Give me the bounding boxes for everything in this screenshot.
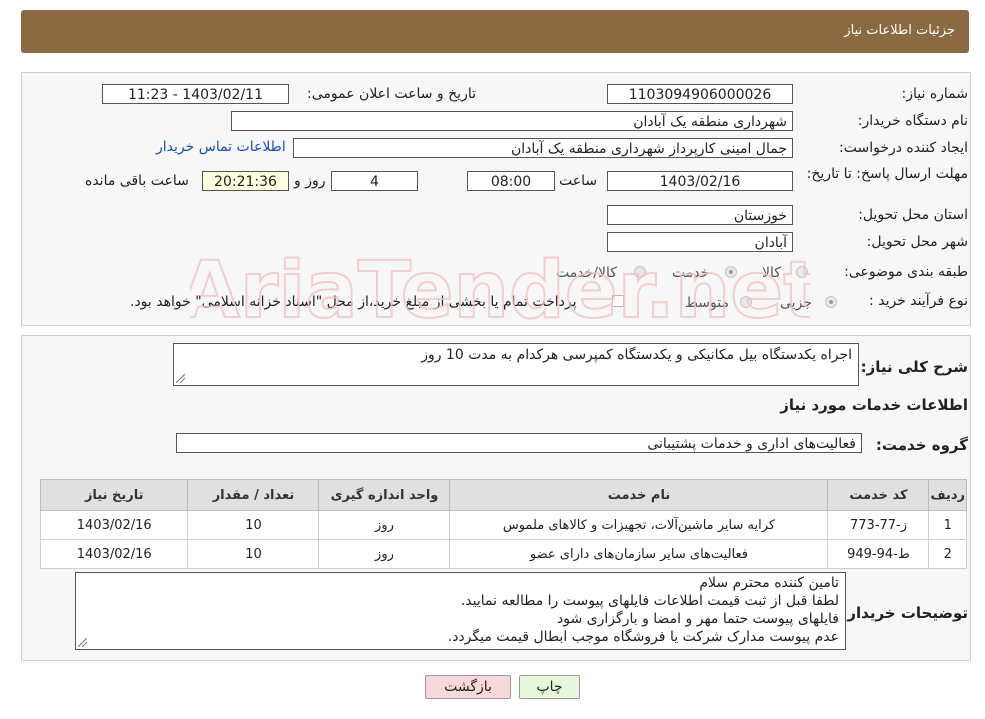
buyer-notes-line: لطفا قبل از ثبت قیمت اطلاعات فایلهای پیو…	[460, 593, 839, 609]
service-group-label: گروه خدمت:	[875, 436, 968, 454]
need-date-cell: 1403/02/16	[39, 539, 189, 569]
treasury-payment-note: پرداخت تمام یا بخشی از مبلغ خرید،از محل …	[130, 294, 577, 310]
deadline-label: مهلت ارسال پاسخ: تا تاریخ:	[806, 166, 968, 182]
days-label: روز و	[294, 173, 326, 189]
unit-cell: روز	[318, 539, 451, 569]
page-title: جزئیات اطلاعات نیاز	[844, 23, 955, 38]
summary-textarea: اجراه یکدستگاه بیل مکانیکی و یکدستگاه کم…	[173, 343, 859, 386]
city-label: شهر محل تحویل:	[866, 234, 968, 250]
quantity-cell: 10	[187, 510, 320, 540]
service-name-cell: فعالیت‌های سایر سازمان‌های دارای عضو	[449, 539, 829, 569]
buyer-notes-label: توضیحات خریدار:	[841, 604, 968, 622]
category-service-label: خدمت	[672, 265, 710, 281]
buyer-org-field: شهرداری منطقه یک آبادان	[231, 111, 793, 131]
service-name-cell: کرایه سایر ماشین‌آلات، تجهیزات و کالاهای…	[449, 510, 829, 540]
remaining-time-label: ساعت باقی مانده	[85, 173, 189, 189]
deadline-date-field: 1403/02/16	[607, 171, 793, 191]
summary-text: اجراه یکدستگاه بیل مکانیکی و یکدستگاه کم…	[421, 347, 852, 363]
treasury-payment-checkbox[interactable]	[612, 295, 624, 307]
table-row: 2 ط-94-949 فعالیت‌های سایر سازمان‌های دا…	[39, 539, 967, 569]
category-goods-service-label: کالا/خدمت	[556, 265, 617, 281]
buyer-notes-line: عدم پیوست مدارک شرکت یا فروشگاه موجب ابط…	[447, 629, 839, 645]
remaining-time-field: 20:21:36	[202, 171, 289, 191]
announce-date-label: تاریخ و ساعت اعلان عمومی:	[307, 86, 476, 102]
table-header-row: ردیف کد خدمت نام خدمت واحد اندازه گیری ت…	[39, 479, 967, 511]
category-label: طبقه بندی موضوعی:	[844, 264, 968, 280]
process-minor-radio[interactable]	[825, 296, 837, 308]
creator-label: ایجاد کننده درخواست:	[839, 140, 968, 156]
process-medium-radio[interactable]	[740, 296, 752, 308]
page-header: جزئیات اطلاعات نیاز	[21, 10, 969, 53]
process-minor-label: جزیی	[780, 295, 812, 311]
resize-grip-icon[interactable]	[176, 374, 185, 383]
buyer-contact-link[interactable]: اطلاعات تماس خریدار	[156, 139, 286, 155]
category-goods-service-radio[interactable]	[634, 266, 646, 278]
table-row: 1 ز-77-773 کرایه سایر ماشین‌آلات، تجهیزا…	[39, 510, 967, 540]
row-number-cell: 2	[928, 539, 967, 569]
process-medium-label: متوسط	[685, 295, 729, 311]
unit-cell: روز	[318, 510, 451, 540]
service-group-field: فعالیت‌های اداری و خدمات پشتیبانی	[176, 433, 862, 453]
services-table: ردیف کد خدمت نام خدمت واحد اندازه گیری ت…	[39, 479, 967, 569]
process-type-label: نوع فرآیند خرید :	[869, 293, 968, 309]
need-date-cell: 1403/02/16	[39, 510, 189, 540]
creator-field: جمال امینی کارپرداز شهرداری منطقه یک آبا…	[293, 138, 793, 158]
deadline-time-field: 08:00	[467, 171, 555, 191]
column-header-service-code: کد خدمت	[827, 479, 930, 511]
announce-date-field: 1403/02/11 - 11:23	[102, 84, 289, 104]
category-service-radio[interactable]	[725, 266, 737, 278]
days-remaining-field: 4	[331, 171, 418, 191]
buyer-org-label: نام دستگاه خریدار:	[857, 113, 968, 129]
buyer-notes-line: تامین کننده محترم سلام	[699, 575, 839, 591]
province-field: خوزستان	[607, 205, 793, 225]
column-header-row-number: ردیف	[928, 479, 967, 511]
print-button[interactable]: چاپ	[519, 675, 580, 699]
column-header-unit: واحد اندازه گیری	[318, 479, 451, 511]
category-goods-label: کالا	[762, 265, 781, 281]
summary-label: شرح کلی نیاز:	[860, 358, 968, 376]
column-header-need-date: تاریخ نیاز	[39, 479, 189, 511]
services-section-title: اطلاعات خدمات مورد نیاز	[780, 396, 968, 414]
need-number-field: 1103094906000026	[607, 84, 793, 104]
service-code-cell: ط-94-949	[827, 539, 930, 569]
column-header-quantity: تعداد / مقدار	[187, 479, 320, 511]
need-number-label: شماره نیاز:	[901, 86, 969, 102]
column-header-service-name: نام خدمت	[449, 479, 829, 511]
resize-grip-icon[interactable]	[78, 638, 87, 647]
buyer-notes-line: فایلهای پیوست حتما مهر و امضا و بارگزاری…	[557, 611, 839, 627]
row-number-cell: 1	[928, 510, 967, 540]
category-goods-radio[interactable]	[796, 266, 808, 278]
deadline-time-label: ساعت	[559, 173, 598, 189]
city-field: آبادان	[607, 232, 793, 252]
service-code-cell: ز-77-773	[827, 510, 930, 540]
buyer-notes-textarea: تامین کننده محترم سلام لطفا قبل از ثبت ق…	[75, 572, 846, 650]
back-button[interactable]: بازگشت	[425, 675, 511, 699]
province-label: استان محل تحویل:	[858, 207, 968, 223]
quantity-cell: 10	[187, 539, 320, 569]
